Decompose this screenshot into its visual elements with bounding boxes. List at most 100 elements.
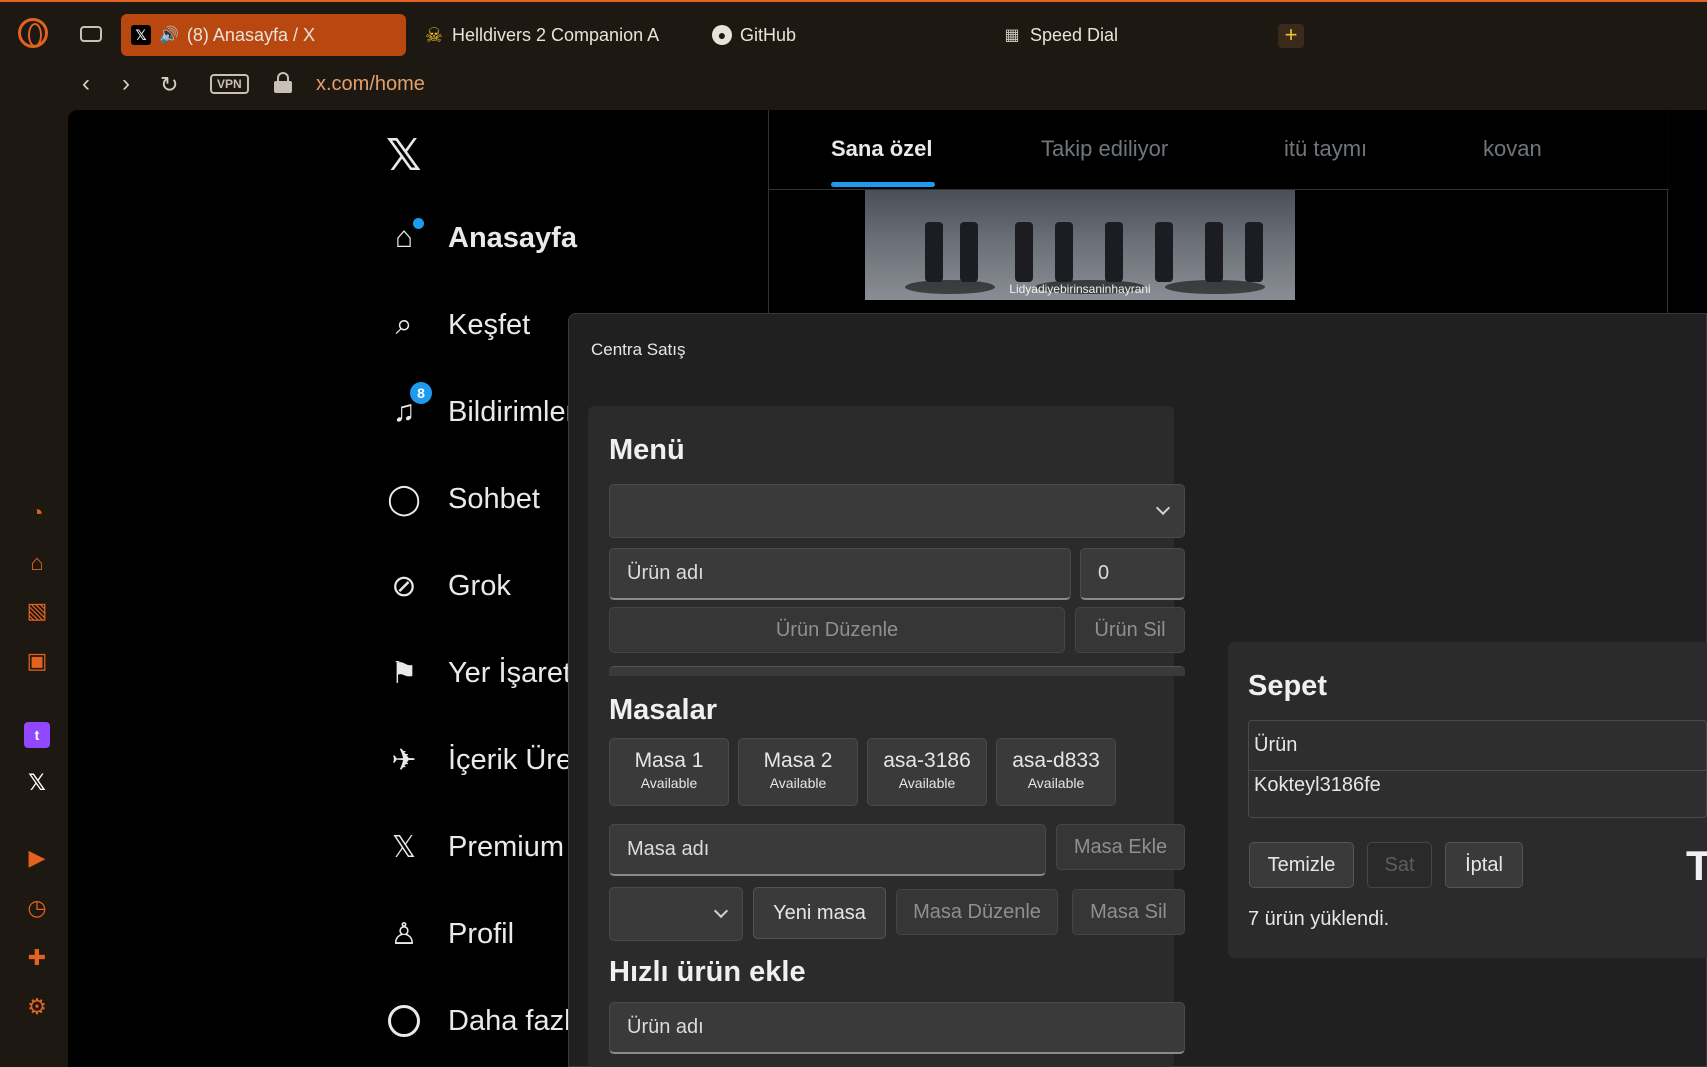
chat-icon: ◯ — [387, 482, 421, 516]
player-icon[interactable]: ▶ — [24, 845, 50, 871]
nav-label: Keşfet — [448, 308, 531, 341]
tab-label: GitHub — [740, 24, 797, 45]
table-card[interactable]: Masa 2 Available — [738, 738, 858, 806]
menu-heading: Menü — [609, 434, 685, 466]
table-card[interactable]: asa-3186 Available — [867, 738, 987, 806]
reload-icon[interactable]: ↻ — [160, 72, 178, 98]
tables-heading: Masalar — [609, 694, 718, 726]
cart-table[interactable] — [1248, 720, 1707, 818]
clear-cart-button[interactable]: Temizle — [1249, 842, 1354, 888]
opera-sidebar: ◔ ⌂ ▧ ▣ t 𝕏 ▶ ◷ ✚ ⚙ — [0, 110, 68, 1067]
cart-header-divider — [1249, 770, 1707, 771]
x-icon[interactable]: 𝕏 — [24, 770, 50, 796]
sell-button[interactable]: Sat — [1367, 842, 1432, 888]
table-name: asa-3186 — [883, 749, 971, 772]
nav-label: Sohbet — [448, 482, 540, 515]
nav-grok[interactable]: ⊘ Grok — [386, 568, 510, 604]
bell-icon: ♫ 8 — [386, 382, 432, 430]
tab-github[interactable]: ● GitHub — [702, 14, 902, 56]
delete-table-button[interactable]: Masa Sil — [1072, 889, 1185, 935]
nav-profile[interactable]: ♙ Profil — [386, 916, 515, 952]
tab-list-itu[interactable]: itü taymı — [1284, 136, 1367, 162]
wallpaper-icon[interactable]: ▧ — [24, 598, 50, 624]
tab-speed-dial[interactable]: ▦ Speed Dial — [992, 14, 1192, 56]
twitch-icon[interactable]: t — [24, 722, 50, 748]
table-name-input[interactable]: Masa adı — [609, 824, 1046, 876]
chevron-down-icon — [713, 903, 729, 919]
table-status: Available — [898, 775, 956, 791]
table-select[interactable] — [609, 887, 743, 941]
product-list[interactable] — [609, 666, 1185, 676]
nav-label: Anasayfa — [448, 221, 577, 254]
new-tab-button[interactable]: + — [1278, 24, 1304, 48]
table-name: Masa 1 — [634, 749, 704, 772]
grid-icon: ▦ — [1004, 27, 1020, 44]
nav-more[interactable]: Daha fazla — [386, 1003, 587, 1039]
speed-icon[interactable]: ◔ — [24, 500, 50, 526]
search-icon: ⌕ — [395, 308, 413, 341]
video-watermark: Lidyadiyebirinsaninhayrani — [1009, 282, 1151, 296]
lock-icon[interactable] — [274, 72, 292, 93]
tab-list-kovan[interactable]: kovan — [1483, 136, 1542, 162]
x-logo-icon[interactable]: 𝕏 — [386, 130, 421, 181]
table-card[interactable]: Masa 1 Available — [609, 738, 729, 806]
nav-label: Premium — [448, 830, 565, 863]
total-label: T — [1686, 842, 1707, 889]
cart-heading: Sepet — [1248, 670, 1327, 702]
tab-for-you[interactable]: Sana özel — [831, 136, 932, 162]
vpn-badge[interactable]: VPN — [210, 74, 249, 94]
cancel-button[interactable]: İptal — [1445, 842, 1523, 888]
add-table-button[interactable]: Masa Ekle — [1056, 824, 1185, 870]
edit-product-button[interactable]: Ürün Düzenle — [609, 607, 1065, 653]
new-table-button[interactable]: Yeni masa — [753, 887, 886, 939]
nav-premium[interactable]: 𝕏 Premium — [386, 829, 564, 865]
back-arrow-icon[interactable]: ‹ — [82, 70, 90, 98]
screen: 𝕏 🔊 (8) Anasayfa / X ☠ Helldivers 2 Comp… — [0, 0, 1707, 1067]
cart-column-header: Ürün — [1254, 734, 1298, 756]
table-name: asa-d833 — [1012, 749, 1100, 772]
active-tab-indicator — [831, 182, 935, 187]
bookmark-icon: ⚑ — [390, 656, 418, 690]
nav-notifications[interactable]: ♫ 8 Bildirimler — [386, 382, 575, 430]
table-name: Masa 2 — [763, 749, 833, 772]
url-field[interactable]: x.com/home — [316, 73, 425, 96]
nav-chat[interactable]: ◯ Sohbet — [386, 481, 540, 517]
opera-logo-icon[interactable] — [18, 18, 48, 48]
browser-tab-bar: 𝕏 🔊 (8) Anasayfa / X ☠ Helldivers 2 Comp… — [0, 0, 1707, 62]
edit-table-button[interactable]: Masa Düzenle — [896, 889, 1058, 935]
table-status: Available — [640, 775, 698, 791]
app-title: Centra Satış — [591, 340, 686, 359]
settings-gear-icon[interactable]: ⚙ — [24, 994, 50, 1020]
delete-product-button[interactable]: Ürün Sil — [1075, 607, 1185, 653]
workspace-icon[interactable] — [80, 26, 102, 42]
person-icon: ♙ — [390, 917, 418, 951]
address-bar — [0, 62, 1707, 110]
helldivers-favicon-icon: ☠ — [425, 24, 443, 47]
tab-label: Helldivers 2 Companion A — [452, 24, 660, 45]
more-icon — [386, 1003, 422, 1039]
product-name-input[interactable]: Ürün adı — [609, 548, 1071, 600]
tab-following[interactable]: Takip ediliyor — [1041, 136, 1168, 162]
x-logo-icon: 𝕏 — [391, 830, 417, 864]
quick-add-product-input[interactable]: Ürün adı — [609, 1002, 1185, 1054]
speaker-icon[interactable]: 🔊 — [159, 25, 179, 45]
price-input[interactable]: 0 — [1080, 548, 1185, 600]
rocket-icon: ✈ — [391, 743, 417, 777]
nav-home[interactable]: ⌂ Anasayfa — [386, 218, 577, 256]
x-favicon-icon: 𝕏 — [131, 25, 151, 45]
history-icon[interactable]: ◷ — [24, 895, 50, 921]
notification-badge: 8 — [410, 382, 432, 404]
extensions-icon[interactable]: ✚ — [24, 945, 50, 971]
broom-icon[interactable]: ⌂ — [24, 550, 50, 576]
forward-arrow-icon[interactable]: › — [122, 70, 130, 98]
tab-x-home[interactable]: 𝕏 🔊 (8) Anasayfa / X — [121, 14, 406, 56]
video-thumbnail[interactable]: Lidyadiyebirinsaninhayrani — [865, 190, 1295, 300]
music-icon[interactable]: ▣ — [24, 648, 50, 674]
grok-icon: ⊘ — [391, 569, 417, 603]
nav-label: Daha fazla — [448, 1004, 587, 1037]
table-card[interactable]: asa-d833 Available — [996, 738, 1116, 806]
nav-explore[interactable]: ⌕ Keşfet — [386, 307, 531, 343]
cart-row[interactable]: Kokteyl3186fe — [1254, 774, 1381, 797]
tab-helldivers[interactable]: ☠ Helldivers 2 Companion A — [414, 14, 684, 56]
menu-category-select[interactable] — [609, 484, 1185, 538]
